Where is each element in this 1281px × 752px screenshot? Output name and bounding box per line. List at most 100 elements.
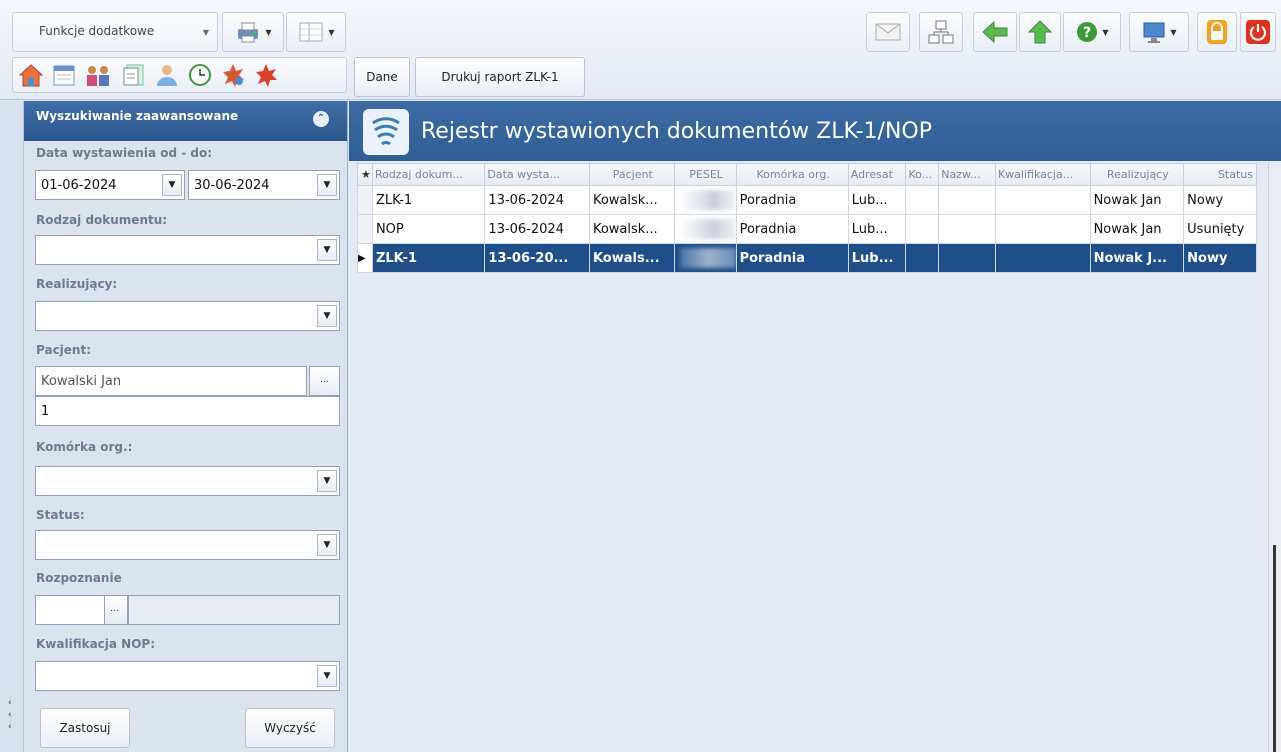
clock-icon[interactable] — [187, 62, 213, 88]
chevron-down-icon[interactable]: ▼ — [317, 534, 337, 556]
doc-type-select[interactable]: ▼ — [35, 235, 340, 265]
nop-select[interactable]: ▼ — [35, 661, 340, 691]
column-header[interactable]: Kwalifikacja... — [994, 163, 1091, 186]
status-label: Status: — [36, 508, 85, 522]
left-collapse-strip[interactable]: ‹ ‹ ‹ — [0, 101, 24, 752]
chevron-down-icon: ▼ — [1170, 27, 1177, 37]
chevron-down-icon: ▼ — [328, 27, 335, 37]
patient-browse-label: ... — [320, 375, 329, 385]
scrollbar-thumb[interactable] — [1273, 545, 1276, 752]
column-header[interactable]: Nazw... — [938, 163, 996, 186]
patient-value: Kowalski Jan — [41, 374, 122, 389]
column-header[interactable]: Pacjent — [588, 163, 675, 186]
cell-type: ZLK-1 — [371, 185, 486, 215]
people-icon[interactable] — [84, 62, 114, 88]
diagnosis-browse-label: ... — [110, 604, 119, 614]
vertical-scrollbar[interactable] — [1268, 163, 1281, 752]
cell-addressee: Lub... — [847, 185, 907, 215]
header-marker: ★ — [357, 163, 373, 186]
date-from-field[interactable]: 01-06-2024 ▼ — [35, 170, 185, 200]
column-header[interactable]: Status — [1183, 163, 1257, 186]
collapse-arrows-icon[interactable]: ‹ ‹ ‹ — [8, 697, 12, 733]
svg-text:?: ? — [1083, 25, 1091, 41]
extra-functions-dropdown[interactable]: Funkcje dodatkowe ▼ — [12, 12, 218, 52]
home-icon[interactable] — [18, 62, 44, 88]
power-icon — [1246, 20, 1270, 44]
date-label: Data wystawienia od - do: — [36, 146, 213, 160]
chevron-down-icon[interactable]: ▼ — [317, 665, 337, 687]
diagnosis-label: Rozpoznanie — [36, 571, 122, 585]
patient-id-value: 1 — [41, 404, 50, 419]
register-icon — [363, 109, 409, 155]
chevron-down-icon[interactable]: ▼ — [317, 470, 337, 492]
status-select[interactable]: ▼ — [35, 530, 340, 560]
help-icon: ? — [1077, 22, 1098, 42]
advanced-search-header: Wyszukiwanie zaawansowane ⌃ — [24, 101, 347, 141]
cell-date: 13-06-2024 — [484, 214, 590, 244]
column-header[interactable]: Data wysta... — [484, 163, 590, 186]
chevron-down-icon[interactable]: ▼ — [317, 305, 337, 327]
back-arrow-icon — [982, 20, 1008, 44]
cell-addressee: Lub... — [847, 243, 907, 273]
collapse-up-icon[interactable]: ⌃ — [313, 111, 329, 127]
lock-button[interactable] — [1197, 12, 1237, 52]
org-unit-select[interactable]: ▼ — [35, 466, 340, 496]
dane-button[interactable]: Dane — [354, 57, 410, 97]
column-header[interactable]: Komórka org. — [735, 163, 849, 186]
cell-pesel-blurred — [673, 185, 737, 215]
apply-button[interactable]: Zastosuj — [40, 708, 130, 748]
table-row-selected[interactable]: ▶ ZLK-1 13-06-20... Kowals... Poradnia L… — [357, 243, 1257, 273]
back-button[interactable] — [973, 12, 1017, 52]
column-header[interactable]: Rodzaj dokum... — [371, 163, 486, 186]
print-dropdown-button[interactable]: ▼ — [222, 12, 284, 52]
table-row[interactable]: NOP 13-06-2024 Kowalsk... Poradnia Lub..… — [357, 214, 1257, 244]
column-header[interactable]: Realizujący — [1089, 163, 1185, 186]
date-from-value: 01-06-2024 — [41, 178, 117, 193]
mail-button[interactable] — [866, 12, 910, 52]
table-row[interactable]: ZLK-1 13-06-2024 Kowalsk... Poradnia Lub… — [357, 185, 1257, 215]
chevron-down-icon: ▼ — [265, 27, 272, 37]
patient-field[interactable]: Kowalski Jan — [35, 366, 307, 396]
cell-empty — [994, 243, 1091, 273]
monitor-dropdown-button[interactable]: ▼ — [1129, 12, 1189, 52]
up-button[interactable] — [1019, 12, 1061, 52]
calendar-icon[interactable] — [51, 62, 77, 88]
column-header[interactable]: PESEL — [673, 163, 737, 186]
main-content: Rejestr wystawionych dokumentów ZLK-1/NO… — [349, 101, 1281, 752]
patient-icon[interactable] — [154, 62, 180, 88]
chevron-down-icon: ▼ — [1102, 27, 1109, 37]
column-header[interactable]: Adresat — [847, 163, 907, 186]
chevron-down-icon[interactable]: ▼ — [317, 239, 337, 261]
red-cross-icon[interactable] — [253, 62, 279, 88]
monitor-icon — [1143, 22, 1165, 43]
chevron-down-icon[interactable]: ▼ — [162, 174, 182, 196]
patient-browse-button[interactable]: ... — [309, 366, 340, 396]
date-to-field[interactable]: 30-06-2024 ▼ — [188, 170, 340, 200]
diagnosis-browse-button[interactable]: ... — [104, 595, 128, 625]
print-report-button[interactable]: Drukuj raport ZLK-1 — [415, 57, 585, 97]
cell-performer: Nowak Jan — [1089, 214, 1185, 244]
panel-title: Wyszukiwanie zaawansowane — [36, 109, 239, 123]
cell-patient: Kowals... — [588, 243, 675, 273]
clear-label: Wyczyść — [264, 721, 316, 735]
column-header[interactable]: Ko... — [905, 163, 940, 186]
cell-pesel-blurred — [673, 214, 737, 244]
network-button[interactable] — [919, 12, 963, 52]
chevron-down-icon[interactable]: ▼ — [317, 174, 337, 196]
cell-empty — [905, 243, 940, 273]
cell-patient: Kowalsk... — [588, 214, 675, 244]
patient-id-field[interactable]: 1 — [35, 396, 340, 426]
clear-button[interactable]: Wyczyść — [245, 708, 335, 748]
layout-dropdown-button[interactable]: ▼ — [286, 12, 346, 52]
help-dropdown-button[interactable]: ? ▼ — [1063, 12, 1121, 52]
logout-button[interactable] — [1240, 12, 1276, 52]
documents-grid: ★ Rodzaj dokum... Data wysta... Pacjent … — [357, 163, 1257, 752]
cell-addressee: Lub... — [847, 214, 907, 244]
diagnosis-field[interactable] — [35, 595, 105, 625]
performer-select[interactable]: ▼ — [35, 301, 340, 331]
print-report-label: Drukuj raport ZLK-1 — [441, 70, 559, 84]
vaccine-icon[interactable] — [220, 62, 246, 88]
cell-status: Usunięty — [1183, 214, 1257, 244]
documents-icon[interactable] — [121, 62, 147, 88]
layout-icon — [299, 22, 323, 42]
